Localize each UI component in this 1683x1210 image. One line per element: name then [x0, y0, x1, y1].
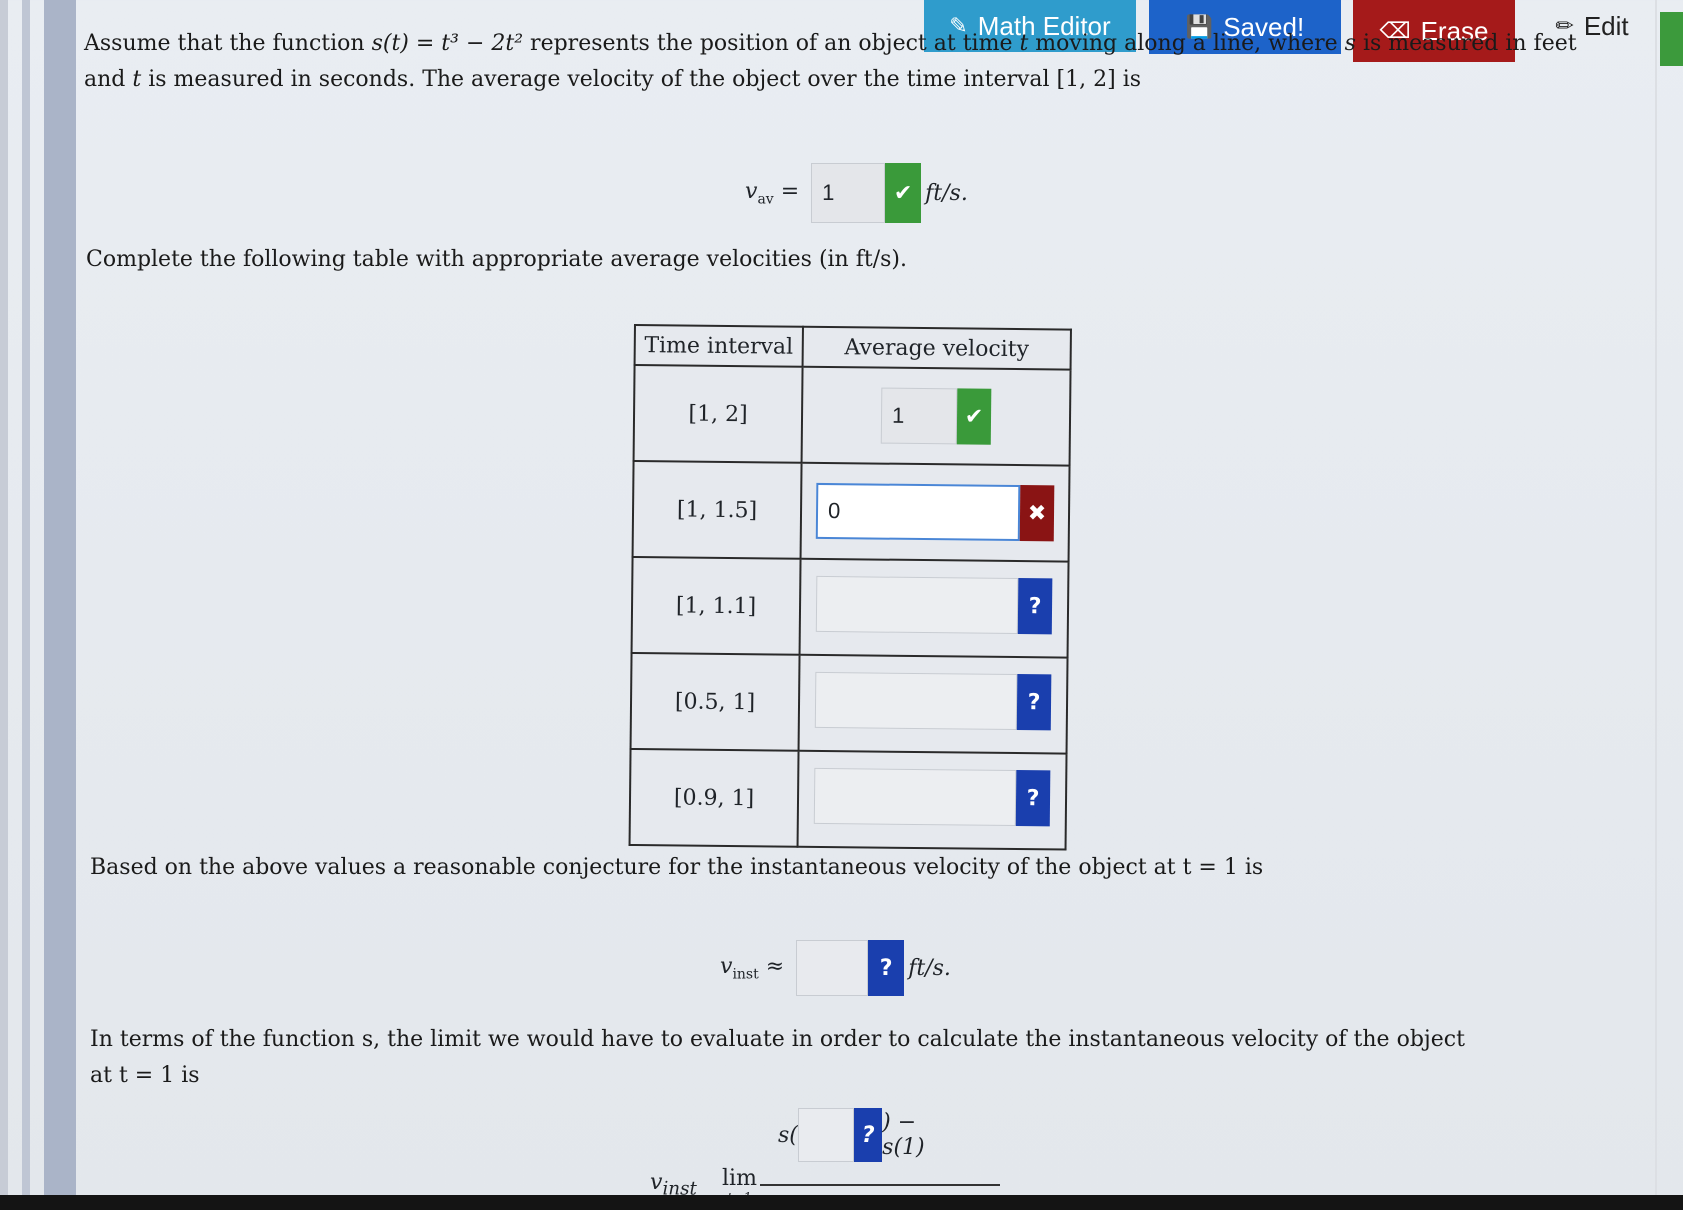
average-velocity-answer: vav = 1 ✔ ft/s. [745, 162, 968, 224]
question-icon: ? [1017, 578, 1053, 635]
vav-unit: ft/s. [925, 180, 968, 206]
velocity-answer: 1 ✔ [880, 387, 992, 445]
header-average-velocity: Average velocity [802, 326, 1071, 370]
intro-text: represents the position of an object at … [523, 31, 1020, 56]
velocity-table: Time interval Average velocity [1, 2] 1 … [628, 324, 1072, 851]
interval-cell: [0.9, 1] [629, 748, 799, 847]
question-icon: ? [854, 1108, 883, 1162]
table-row: [1, 2] 1 ✔ [633, 365, 1071, 466]
question-icon: ? [1016, 674, 1052, 731]
limit-instructions: In terms of the function s, the limit we… [90, 1027, 1465, 1088]
intro-text: moving along a line, where [1028, 31, 1345, 56]
velocity-answer: ? [813, 767, 1051, 827]
velocity-input[interactable]: 0 [815, 482, 1021, 542]
vinst-label: vinst ≈ [720, 954, 784, 982]
conjecture-text: Based on the above values a reasonable c… [90, 855, 1264, 880]
intro-text: is measured in seconds. The average velo… [141, 67, 1142, 92]
s-open: s( [778, 1122, 798, 1148]
vinst-symbol: v [650, 1170, 663, 1195]
velocity-cell: ? [798, 654, 1068, 754]
approx-sign: ≈ [758, 953, 785, 979]
vinst-subscript: inst [732, 966, 759, 983]
velocity-input[interactable] [814, 671, 1018, 731]
cross-icon: ✖ [1019, 485, 1055, 542]
fraction-bar [760, 1184, 1000, 1186]
velocity-input[interactable]: 1 [880, 387, 958, 445]
check-icon: ✔ [885, 163, 922, 223]
limit-numerator: s( ? ) − s(1) [778, 1108, 946, 1162]
var-s: s [1344, 31, 1356, 56]
velocity-cell: 1 ✔ [801, 366, 1071, 466]
left-sidebar-stripes [0, 0, 76, 1195]
velocity-cell: 0 ✖ [800, 462, 1070, 562]
interval-cell: [0.5, 1] [630, 652, 800, 751]
table-row: [0.5, 1] ? [630, 652, 1068, 754]
limit-input[interactable] [797, 1108, 855, 1162]
var-t: t [1019, 31, 1029, 56]
velocity-answer: ? [815, 575, 1053, 635]
var-t: t [132, 67, 142, 92]
header-time-interval: Time interval [634, 325, 803, 367]
screen-bezel [0, 1195, 1683, 1210]
vav-input[interactable]: 1 [811, 163, 886, 223]
intro-text: Assume that the function [84, 31, 372, 56]
velocity-input[interactable] [815, 575, 1019, 635]
velocity-cell: ? [797, 750, 1067, 850]
vinst-input[interactable] [796, 940, 869, 996]
s-close: ) − s(1) [882, 1110, 925, 1160]
vinst-unit: ft/s. [908, 955, 951, 981]
vinst-symbol: v [720, 953, 733, 979]
velocity-answer: 0 ✖ [815, 482, 1055, 542]
equals-sign: = [773, 178, 800, 204]
vav-label: vav = [745, 179, 799, 207]
interval-cell: [1, 2] [633, 365, 803, 463]
velocity-answer: ? [814, 671, 1052, 731]
interval-cell: [1, 1.1] [631, 556, 801, 655]
right-edge [1643, 0, 1683, 1195]
check-icon: ✔ [956, 388, 992, 445]
table-instructions: Complete the following table with approp… [86, 247, 907, 272]
question-icon: ? [1015, 770, 1051, 827]
vav-subscript: av [757, 191, 774, 208]
velocity-cell: ? [799, 558, 1069, 658]
interval-cell: [1, 1.5] [632, 461, 802, 559]
velocity-input[interactable] [813, 767, 1017, 827]
table-row: [1, 1.5] 0 ✖ [632, 461, 1070, 562]
function-expression: s(t) = t³ − 2t² [371, 31, 524, 56]
instantaneous-velocity-answer: vinst ≈ ? ft/s. [720, 940, 951, 996]
problem-intro: Assume that the function s(t) = t³ − 2t²… [84, 26, 1624, 98]
green-toolbar-tab[interactable] [1660, 12, 1683, 66]
lim-word: lim [722, 1166, 757, 1191]
table-row: [0.9, 1] ? [629, 748, 1067, 850]
vav-symbol: v [745, 178, 758, 204]
table-row: [1, 1.1] ? [631, 556, 1069, 658]
question-icon: ? [868, 940, 905, 996]
